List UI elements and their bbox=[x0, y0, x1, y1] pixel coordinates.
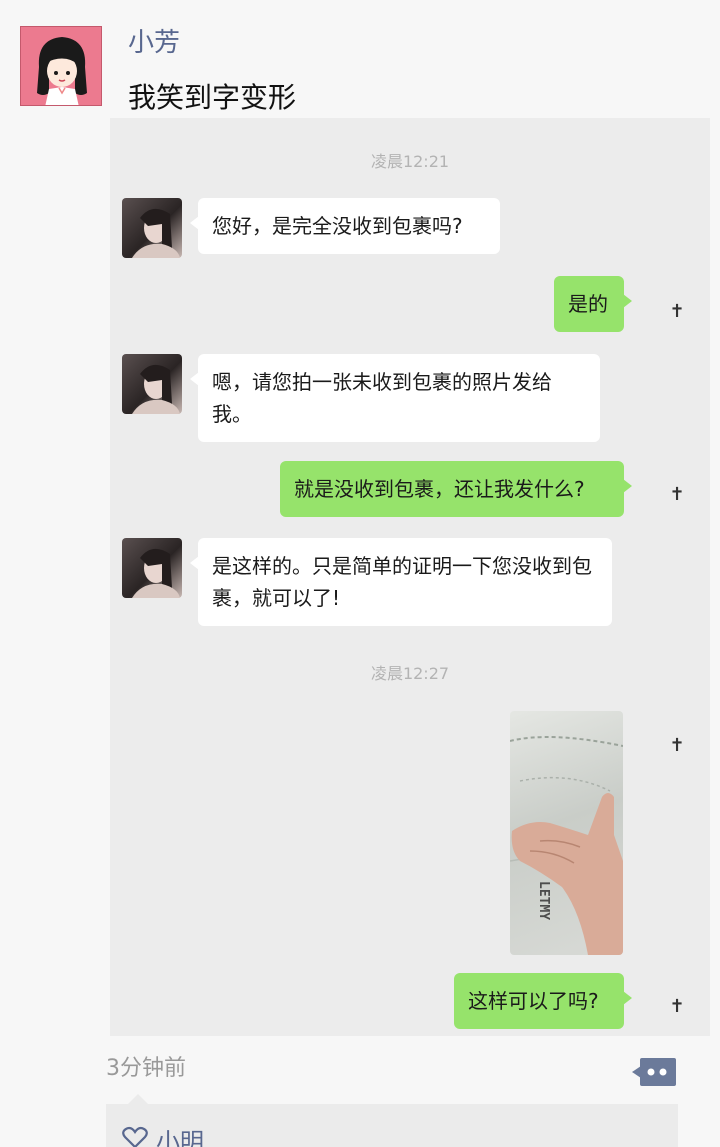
chat-message: 是这样的。只是简单的证明一下您没收到包裹，就可以了! bbox=[190, 538, 612, 626]
post-timestamp: 3分钟前 bbox=[106, 1056, 186, 1081]
contact-avatar bbox=[122, 198, 182, 258]
resend-icon: ✝ bbox=[669, 996, 685, 1017]
photo-text: LETMY bbox=[536, 881, 551, 920]
chat-screenshot-image[interactable]: 凌晨12:21 您好，是完全没收到包裹吗? 是的 ✝ 嗯，请您拍一张未收到包裹的… bbox=[110, 118, 710, 1036]
chat-timestamp: 凌晨12:27 bbox=[370, 664, 450, 683]
chat-photo-message: LETMY bbox=[510, 711, 623, 955]
cartoon-girl-avatar-icon bbox=[37, 37, 87, 105]
heart-icon bbox=[122, 1126, 148, 1147]
resend-icon: ✝ bbox=[669, 301, 685, 322]
chat-message: 嗯，请您拍一张未收到包裹的照片发给我。 bbox=[190, 354, 600, 442]
chat-message: 就是没收到包裹，还让我发什么? bbox=[280, 461, 632, 517]
resend-icon: ✝ bbox=[669, 735, 685, 756]
likes-section: 小明 bbox=[106, 1094, 678, 1147]
contact-avatar bbox=[122, 538, 182, 598]
liker-name[interactable]: 小明 bbox=[156, 1122, 204, 1147]
resend-icon: ✝ bbox=[669, 484, 685, 505]
comment-dots-icon bbox=[632, 1058, 676, 1086]
author-name[interactable]: 小芳 bbox=[128, 22, 180, 59]
post-text: 我笑到字变形 bbox=[128, 81, 297, 114]
contact-avatar bbox=[122, 354, 182, 414]
chat-timestamp: 凌晨12:21 bbox=[370, 152, 450, 171]
comment-button[interactable] bbox=[632, 1056, 678, 1088]
author-avatar[interactable] bbox=[20, 26, 102, 106]
chat-message: 是的 bbox=[554, 276, 632, 332]
chat-message: 您好，是完全没收到包裹吗? bbox=[190, 198, 500, 254]
chat-message: 这样可以了吗? bbox=[454, 973, 632, 1029]
